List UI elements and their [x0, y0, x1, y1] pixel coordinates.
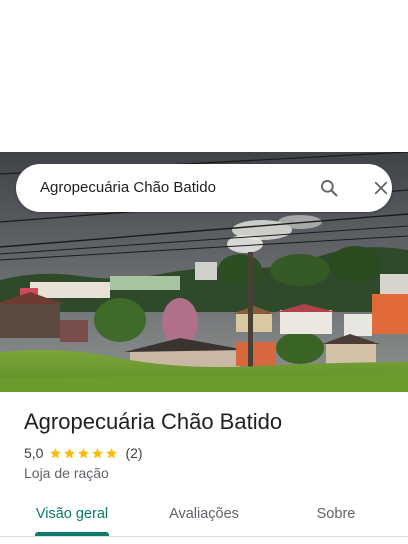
place-tabs: Visão geral Avaliações Sobre — [0, 490, 408, 538]
place-title: Agropecuária Chão Batido — [24, 409, 283, 434]
star-icon — [50, 447, 62, 458]
map-blank-area — [0, 0, 408, 152]
star-icon — [64, 447, 76, 458]
search-input[interactable]: Agropecuária Chão Batido — [40, 179, 216, 196]
rating-value: 5,0 — [24, 445, 44, 461]
place-category: Loja de ração — [24, 465, 109, 481]
close-icon[interactable] — [369, 176, 393, 200]
tab-overview[interactable]: Visão geral — [16, 490, 128, 538]
star-icon — [78, 447, 90, 458]
tab-reviews[interactable]: Avaliações — [148, 490, 260, 538]
tab-about[interactable]: Sobre — [280, 490, 392, 538]
star-icon — [106, 447, 118, 458]
star-rating — [49, 447, 119, 460]
rating-row[interactable]: 5,0 (2) — [24, 444, 143, 462]
star-icon — [92, 447, 104, 458]
search-icon[interactable] — [317, 176, 341, 200]
review-count[interactable]: (2) — [125, 445, 142, 461]
search-bar[interactable]: Agropecuária Chão Batido — [16, 164, 392, 212]
tabs-divider — [0, 536, 408, 537]
